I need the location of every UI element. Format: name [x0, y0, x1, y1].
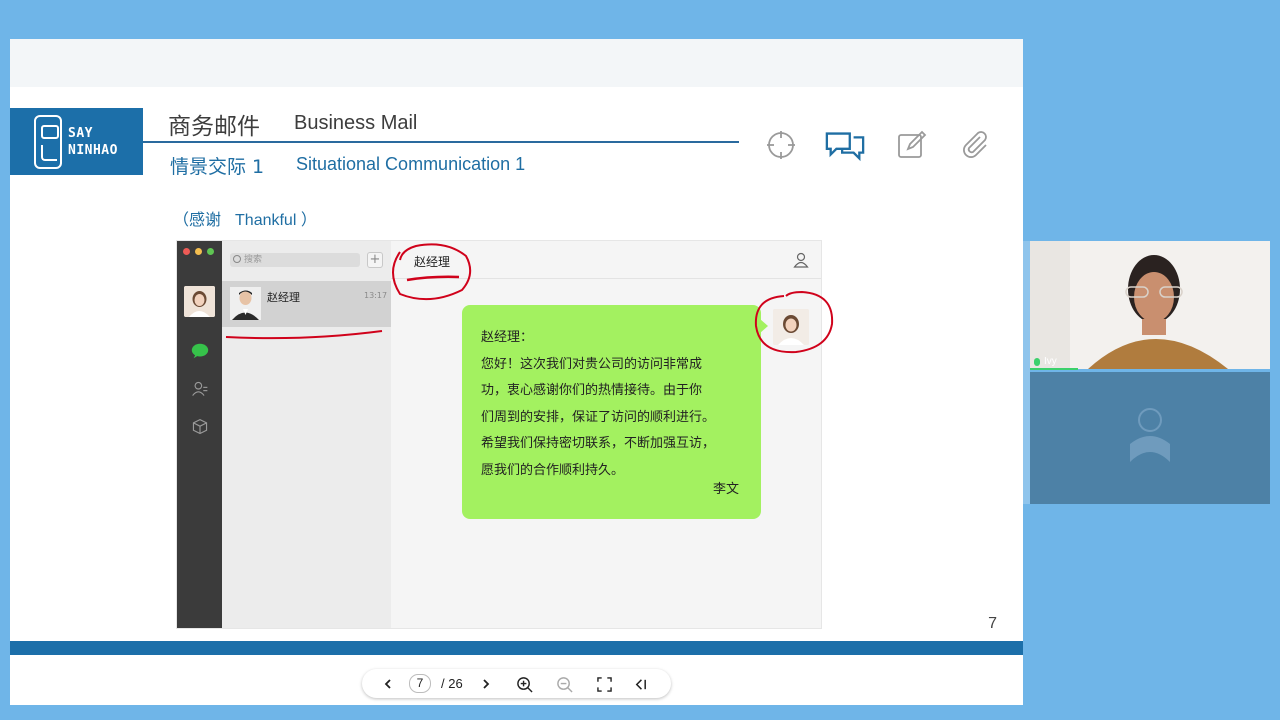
contact-list-panel: 搜索 + 赵经理 13:17 [222, 241, 391, 628]
search-input[interactable]: 搜索 [230, 253, 360, 267]
window-minimize-dot [195, 248, 202, 255]
slide-caption: （感谢 Thankful ） [173, 206, 317, 230]
edit-icon[interactable] [894, 127, 930, 163]
contact-avatar [230, 287, 261, 320]
logo-text-line2: NINHAO [68, 142, 118, 158]
message-line-4: 们周到的安排，保证了访问的顺利进行。 [481, 409, 716, 425]
page-number-input[interactable]: 7 [409, 674, 431, 693]
audio-level-bar [1030, 368, 1078, 370]
collapse-panel-icon[interactable] [630, 674, 650, 694]
slide-title-cn: 商务邮件 [168, 114, 260, 140]
conversation-header: 赵经理 [391, 241, 821, 279]
title-divider [143, 141, 739, 143]
conversation-title: 赵经理 [414, 255, 451, 269]
fullscreen-icon[interactable] [594, 674, 614, 694]
add-chat-button[interactable]: + [367, 252, 383, 268]
participant-video [1030, 241, 1270, 369]
person-icon[interactable] [793, 252, 809, 268]
slide-subtitle-cn: 情景交际 1 [170, 156, 265, 178]
next-page-button[interactable] [476, 674, 496, 694]
message-line-3: 功，衷心感谢你们的热情接待。由于你 [481, 383, 703, 398]
chat-tab-icon[interactable] [189, 340, 211, 362]
contact-row-zhao[interactable]: 赵经理 13:17 [222, 281, 391, 327]
sender-avatar [773, 309, 809, 345]
slide-canvas: SAY NINHAO 商务邮件 Business Mail 情景交际 1 Sit… [10, 39, 1023, 705]
self-avatar [184, 286, 215, 317]
video-panel-edge [1023, 241, 1030, 504]
window-zoom-dot [207, 248, 214, 255]
empty-video-slot [1030, 372, 1270, 504]
page-total: / 26 [441, 676, 463, 691]
presenter-video-frame [1030, 241, 1270, 369]
favorites-tab-icon[interactable] [189, 416, 211, 438]
paperclip-icon[interactable] [956, 127, 992, 163]
contact-time: 13:17 [364, 291, 388, 300]
participant-name: Ivy [1034, 356, 1057, 367]
viewer-control-bar: 7 / 26 [362, 669, 671, 698]
reader-placeholder-icon [1130, 408, 1170, 462]
message-line-1: 赵经理： [481, 330, 534, 345]
say-ninhao-logo: SAY NINHAO [10, 108, 143, 175]
zoom-out-icon[interactable] [554, 674, 574, 694]
message-line-2: 您好！这次我们对贵公司的访问非常成 [481, 356, 703, 372]
message-line-5: 希望我们保持密切联系，不断加强互访， [481, 436, 716, 451]
contacts-tab-icon[interactable] [189, 378, 211, 400]
message-line-6: 愿我们的合作顺利持久。 [481, 462, 625, 478]
target-icon[interactable] [763, 127, 799, 163]
message-bubble: 赵经理： 您好！这次我们对贵公司的访问非常成 功，衷心感谢你们的热情接待。由于你… [462, 305, 768, 519]
chat-app-screenshot: 搜索 + 赵经理 13:17 赵经理 赵经理： 您好！这次我们对贵公司的访问非常… [176, 240, 822, 629]
message-signature: 李文 [712, 481, 739, 497]
slide-bottom-bar [10, 641, 1023, 655]
mic-icon [1034, 358, 1040, 366]
zoom-in-icon[interactable] [514, 674, 534, 694]
chat-sidebar-rail [177, 241, 222, 628]
slide-title-en: Business Mail [294, 112, 418, 134]
caption-en: Thankful ） [235, 212, 317, 229]
caption-cn: （感谢 [173, 210, 222, 229]
slide-subtitle-en: Situational Communication 1 [296, 154, 526, 174]
logo-mark-icon [34, 114, 62, 169]
search-icon [233, 255, 241, 263]
logo-text-line1: SAY [68, 125, 93, 141]
contact-name: 赵经理 [267, 291, 300, 304]
slide-top-band [10, 39, 1023, 87]
chat-bubbles-icon[interactable] [823, 127, 867, 163]
slide-page-number: 7 [988, 615, 997, 632]
search-placeholder: 搜索 [244, 255, 263, 265]
previous-page-button[interactable] [378, 674, 398, 694]
window-close-dot [183, 248, 190, 255]
